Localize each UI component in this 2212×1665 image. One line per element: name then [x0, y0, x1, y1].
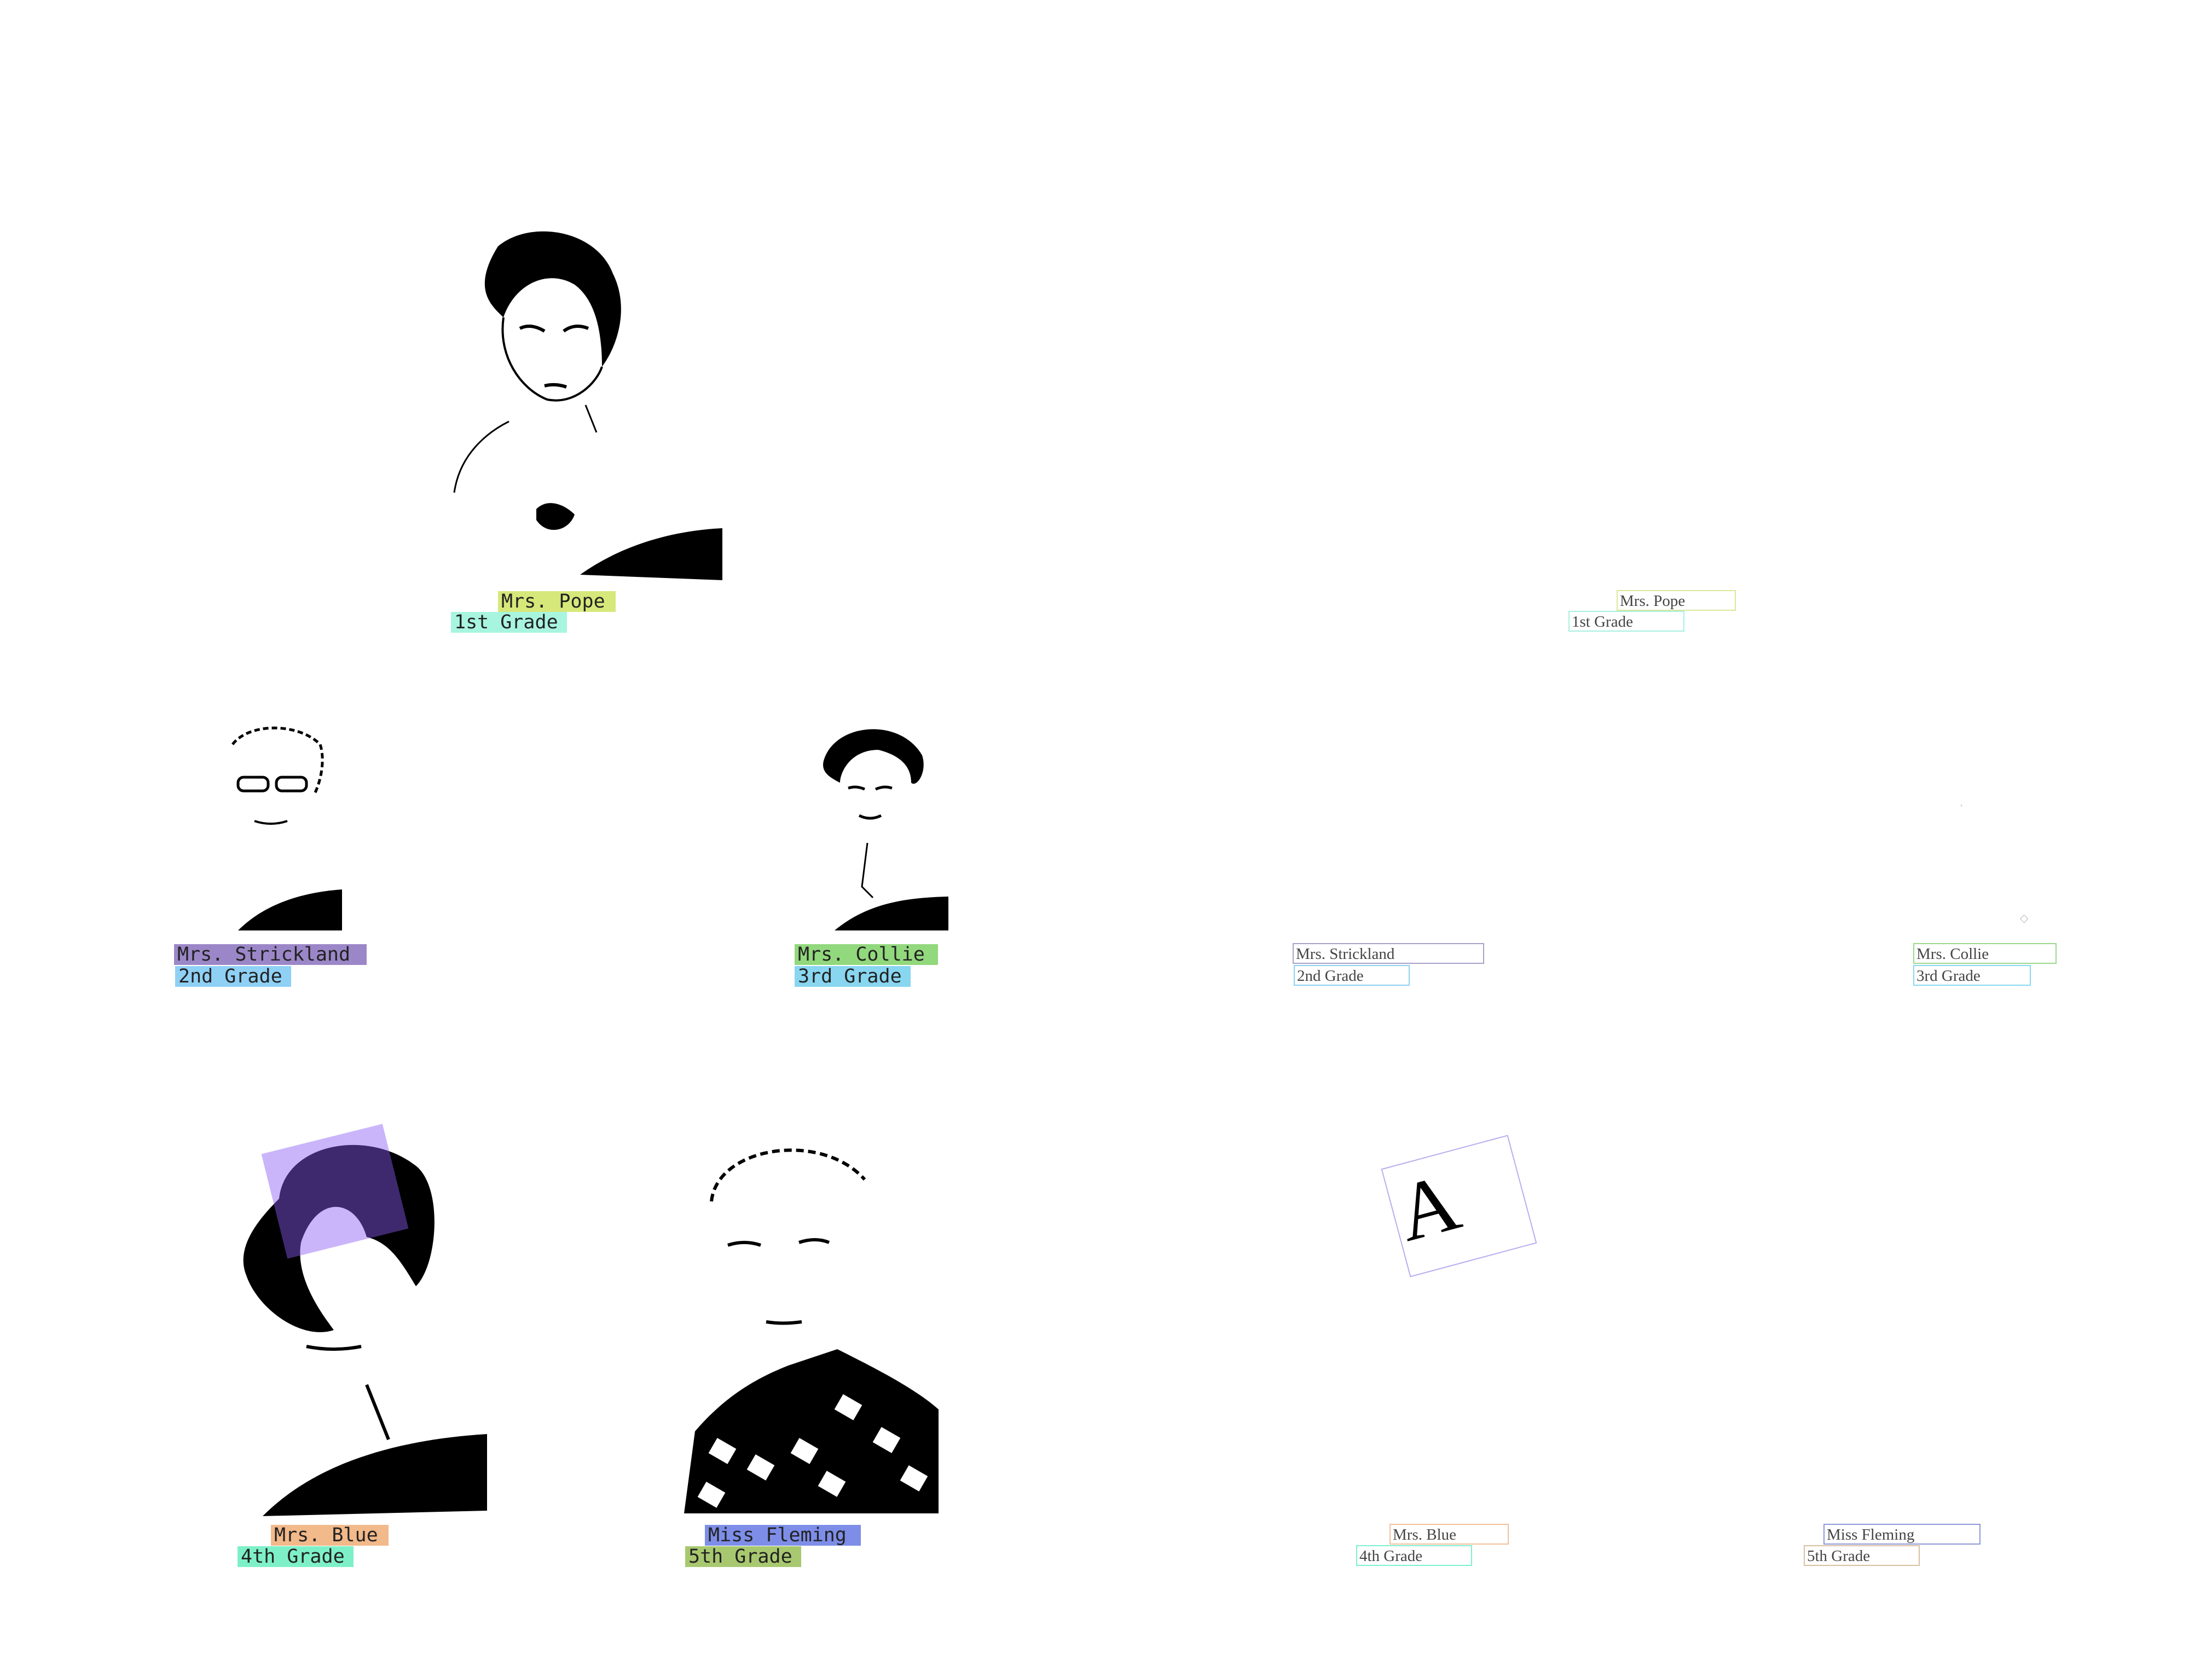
teacher-grade-label: 2nd Grade: [175, 966, 291, 987]
teacher-photo-pope: [438, 224, 722, 580]
teacher-grade-label: 4th Grade: [238, 1546, 354, 1567]
annotation-grade-box: 1st Grade: [1568, 611, 1684, 632]
teacher-name-label: Mrs. Pope: [498, 591, 616, 612]
right-panel: Mrs. Pope 1st Grade Mrs. Strickland 2nd …: [1106, 0, 2212, 1665]
annotation-name-box: Mrs. Pope: [1617, 590, 1736, 611]
annotation-grade-box: 4th Grade: [1356, 1545, 1472, 1566]
left-panel: Mrs. Pope 1st Grade Mrs. Strickland 2nd …: [0, 0, 1106, 1665]
teacher-grade-label: 1st Grade: [451, 612, 567, 633]
annotation-grade-box: 3rd Grade: [1913, 965, 2031, 986]
teacher-photo-strickland: [216, 722, 348, 930]
portrait-strickland-image: [231, 726, 342, 930]
stray-mark: ·: [1960, 799, 1964, 812]
annotation-grade-box: 5th Grade: [1804, 1545, 1920, 1566]
annotation-name-box: Mrs. Collie: [1913, 943, 2057, 964]
teacher-name-label: Miss Fleming: [705, 1525, 861, 1546]
teacher-name-label: Mrs. Strickland: [174, 944, 367, 965]
teacher-photo-fleming: [684, 1136, 941, 1513]
annotation-name-box: Mrs. Blue: [1389, 1524, 1509, 1545]
teacher-grade-label: 3rd Grade: [795, 966, 911, 987]
annotation-name-box: Mrs. Strickland: [1293, 943, 1484, 964]
portrait-fleming-image: [684, 1148, 939, 1513]
stray-mark: ◇: [2020, 911, 2029, 924]
teacher-grade-label: 5th Grade: [685, 1546, 801, 1567]
teacher-name-label: Mrs. Collie: [795, 944, 938, 965]
portrait-collie-image: [823, 729, 948, 930]
teacher-name-label: Mrs. Blue: [271, 1525, 389, 1546]
teacher-photo-collie: [818, 722, 949, 930]
portrait-pope-image: [453, 231, 722, 580]
annotation-grade-box: 2nd Grade: [1294, 965, 1410, 986]
annotation-name-box: Miss Fleming: [1823, 1524, 1981, 1545]
